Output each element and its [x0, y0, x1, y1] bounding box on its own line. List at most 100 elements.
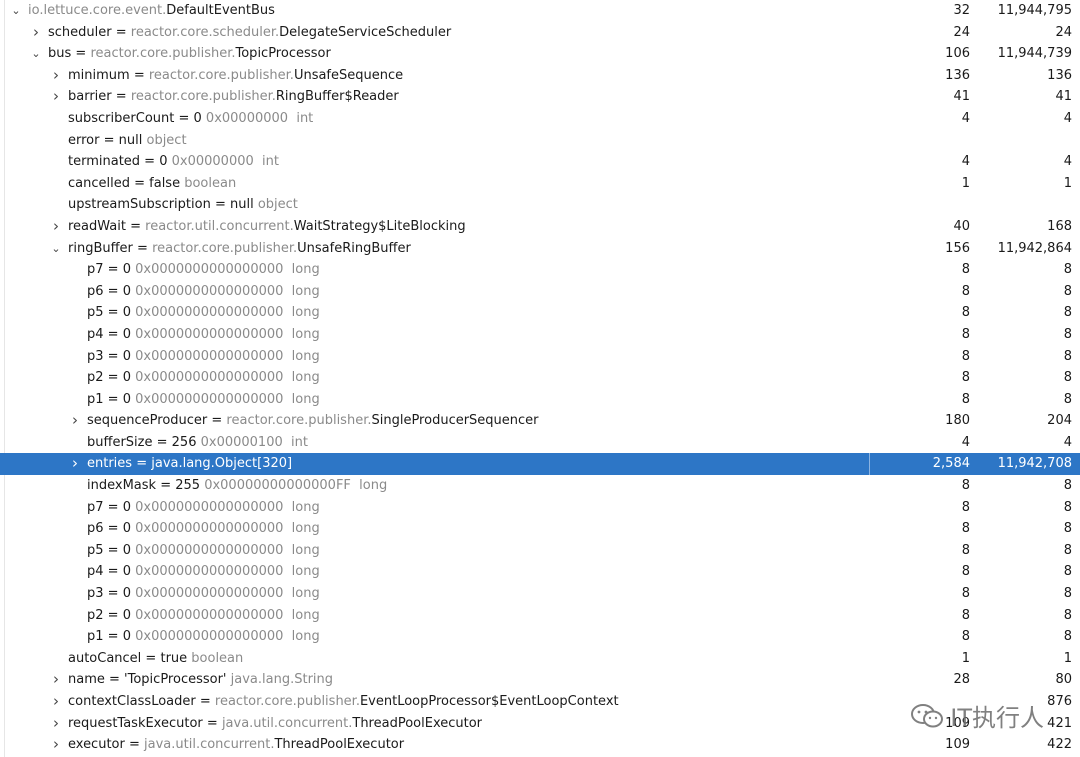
tree-row[interactable]: p1 = 0 0x0000000000000000 long 8 8	[0, 626, 1080, 648]
tree-row[interactable]: p4 = 0 0x0000000000000000 long 8 8	[0, 561, 1080, 583]
equals-sign: =	[111, 89, 131, 105]
chevron-right-icon[interactable]: ›	[50, 65, 62, 87]
tree-row[interactable]: p6 = 0 0x0000000000000000 long 8 8	[0, 518, 1080, 540]
tree-row[interactable]: › barrier = reactor.core.publisher.RingBu…	[0, 86, 1080, 108]
tree-row[interactable]: subscriberCount = 0 0x00000000 int 4 4	[0, 108, 1080, 130]
chevron-right-icon[interactable]: ›	[69, 453, 81, 475]
tree-row[interactable]: › scheduler = reactor.core.scheduler.Dele…	[0, 22, 1080, 44]
retained-size: 11,942,708	[997, 456, 1072, 472]
chevron-down-icon[interactable]: ⌄	[10, 0, 22, 22]
equals-sign: =	[210, 197, 230, 213]
equals-sign: =	[104, 672, 125, 688]
value-detail: 0x00000000000000FF long	[200, 478, 388, 494]
row-label: p7 = 0 0x0000000000000000 long	[87, 259, 320, 281]
tree-row[interactable]: bufferSize = 256 0x00000100 int 4 4	[0, 432, 1080, 454]
row-label: readWait = reactor.util.concurrent.WaitS…	[68, 216, 466, 238]
row-label: name = 'TopicProcessor' java.lang.String	[68, 669, 333, 691]
equals-sign: =	[103, 607, 123, 623]
field-value: 0	[122, 629, 131, 645]
value-detail: 0x0000000000000000 long	[130, 283, 320, 299]
chevron-right-icon[interactable]: ›	[30, 22, 42, 44]
equals-sign: =	[125, 218, 146, 234]
tree-row[interactable]: ⌄ io.lettuce.core.event.DefaultEventBus 32…	[0, 0, 1080, 22]
chevron-right-icon[interactable]: ›	[50, 734, 62, 756]
retained-size: 4	[1063, 434, 1072, 450]
equals-sign: =	[103, 283, 123, 299]
column-divider	[869, 324, 870, 346]
chevron-right-icon[interactable]: ›	[50, 216, 62, 238]
chevron-right-icon[interactable]: ›	[50, 713, 62, 735]
row-label: p6 = 0 0x0000000000000000 long	[87, 281, 320, 303]
column-divider	[869, 65, 870, 87]
tree-row[interactable]: p4 = 0 0x0000000000000000 long 8 8	[0, 324, 1080, 346]
field-name: requestTaskExecutor	[68, 715, 203, 731]
tree-row[interactable]: upstreamSubscription = null object	[0, 194, 1080, 216]
tree-row[interactable]: ⌄ ringBuffer = reactor.core.publisher.Uns…	[0, 238, 1080, 260]
field-name: error	[68, 132, 100, 148]
column-divider	[869, 432, 870, 454]
tree-row[interactable]: › sequenceProducer = reactor.core.publish…	[0, 410, 1080, 432]
field-name: bufferSize	[87, 434, 153, 450]
tree-row[interactable]: terminated = 0 0x00000000 int 4 4	[0, 151, 1080, 173]
equals-sign: =	[174, 110, 194, 126]
column-divider	[869, 648, 870, 670]
shallow-size: 136	[945, 67, 970, 83]
field-name: p2	[87, 607, 104, 623]
tree-row[interactable]: p7 = 0 0x0000000000000000 long 8 8	[0, 259, 1080, 281]
equals-sign: =	[103, 499, 123, 515]
tree-row[interactable]: › executor = java.util.concurrent.ThreadP…	[0, 734, 1080, 756]
equals-sign: =	[129, 67, 149, 83]
chevron-down-icon[interactable]: ⌄	[50, 238, 62, 260]
shallow-size: 8	[961, 478, 970, 494]
shallow-size: 8	[961, 262, 970, 278]
chevron-down-icon[interactable]: ⌄	[30, 43, 42, 65]
tree-row[interactable]: p5 = 0 0x0000000000000000 long 8 8	[0, 302, 1080, 324]
tree-row[interactable]: › name = 'TopicProcessor' java.lang.Strin…	[0, 669, 1080, 691]
field-name: subscriberCount	[68, 110, 175, 126]
tree-row[interactable]: p6 = 0 0x0000000000000000 long 8 8	[0, 281, 1080, 303]
chevron-right-icon[interactable]: ›	[69, 410, 81, 432]
tree-row[interactable]: › entries = java.lang.Object[320] 2,584 11,…	[0, 453, 1080, 476]
tree-row[interactable]: cancelled = false boolean 1 1	[0, 173, 1080, 195]
tree-row[interactable]: p1 = 0 0x0000000000000000 long 8 8	[0, 389, 1080, 411]
tree-row[interactable]: error = null object	[0, 130, 1080, 152]
field-value: 0	[122, 305, 131, 321]
chevron-right-icon[interactable]: ›	[50, 691, 62, 713]
field-name: p4	[87, 326, 104, 342]
tree-row[interactable]: p2 = 0 0x0000000000000000 long 8 8	[0, 367, 1080, 389]
tree-row[interactable]: p3 = 0 0x0000000000000000 long 8 8	[0, 346, 1080, 368]
field-name: p5	[87, 542, 104, 558]
tree-row[interactable]: › readWait = reactor.util.concurrent.Wait…	[0, 216, 1080, 238]
field-name: minimum	[68, 67, 130, 83]
tree-row[interactable]: p7 = 0 0x0000000000000000 long 8 8	[0, 497, 1080, 519]
tree-row[interactable]: › minimum = reactor.core.publisher.Unsafe…	[0, 65, 1080, 87]
value-detail: 0x0000000000000000 long	[130, 326, 320, 342]
retained-size: 11,944,795	[997, 3, 1072, 18]
value-detail: boolean	[180, 175, 237, 191]
chevron-right-icon[interactable]: ›	[50, 86, 62, 108]
field-value: 0	[122, 499, 131, 515]
retained-size: 8	[1063, 326, 1072, 342]
value-detail: 0x0000000000000000 long	[130, 607, 320, 623]
row-label: p1 = 0 0x0000000000000000 long	[87, 626, 320, 648]
chevron-right-icon[interactable]: ›	[50, 669, 62, 691]
tree-row[interactable]: indexMask = 255 0x00000000000000FF long 8…	[0, 475, 1080, 497]
shallow-size: 156	[945, 240, 970, 256]
value-detail: 0x0000000000000000 long	[130, 629, 320, 645]
equals-sign: =	[103, 305, 123, 321]
tree-row[interactable]: p5 = 0 0x0000000000000000 long 8 8	[0, 540, 1080, 562]
tree-row[interactable]: ⌄ bus = reactor.core.publisher.TopicProce…	[0, 43, 1080, 65]
field-value: 0	[122, 326, 131, 342]
field-name: p7	[87, 499, 104, 515]
retained-size: 8	[1063, 478, 1072, 494]
field-name: bus	[48, 46, 72, 62]
field-name: upstreamSubscription	[68, 197, 211, 213]
tree-row[interactable]: p2 = 0 0x0000000000000000 long 8 8	[0, 605, 1080, 627]
shallow-size: 8	[961, 629, 970, 645]
package-name: reactor.core.scheduler.	[130, 24, 280, 40]
tree-row[interactable]: p3 = 0 0x0000000000000000 long 8 8	[0, 583, 1080, 605]
value-detail: object	[253, 197, 298, 213]
field-name: autoCancel	[68, 650, 142, 666]
field-value: WaitStrategy$LiteBlocking	[293, 218, 466, 234]
tree-row[interactable]: autoCancel = true boolean 1 1	[0, 648, 1080, 670]
